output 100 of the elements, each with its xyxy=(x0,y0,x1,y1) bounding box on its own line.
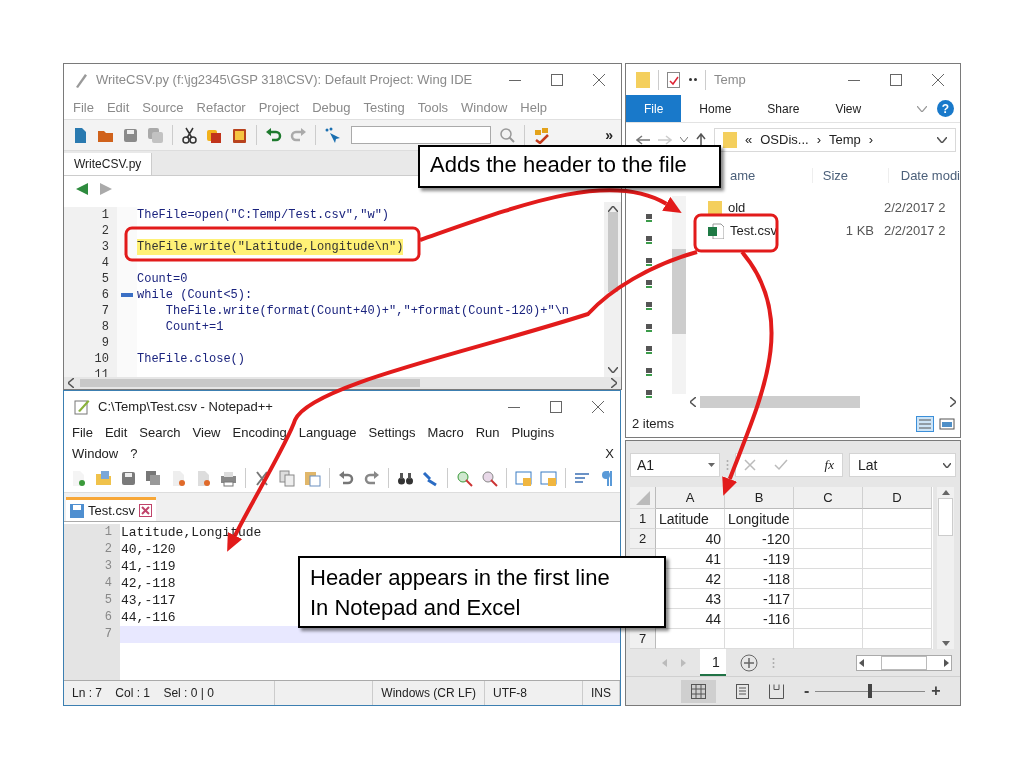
zoom-out-icon[interactable] xyxy=(481,469,498,487)
scrollbar-thumb[interactable] xyxy=(881,655,927,670)
scroll-left-icon[interactable] xyxy=(68,378,74,388)
menu-item[interactable]: Source xyxy=(142,99,184,115)
column-header[interactable]: C xyxy=(794,487,863,509)
menu-item[interactable]: Project xyxy=(258,99,300,115)
undo-icon[interactable] xyxy=(338,469,355,487)
search-icon[interactable] xyxy=(499,126,516,144)
paste-icon[interactable] xyxy=(231,126,248,144)
scroll-right-icon[interactable] xyxy=(944,658,949,667)
copy-icon[interactable] xyxy=(279,469,296,487)
recent-locations-icon[interactable] xyxy=(680,137,688,142)
formula-bar[interactable]: Lat xyxy=(849,453,956,477)
scrollbar[interactable] xyxy=(937,487,954,649)
ribbon-tab[interactable]: View xyxy=(817,95,880,122)
ribbon-tab[interactable]: Home xyxy=(681,95,750,122)
scroll-right-icon[interactable] xyxy=(950,397,956,407)
expand-icon[interactable] xyxy=(943,462,951,468)
scroll-down-icon[interactable] xyxy=(941,641,950,646)
open-file-icon[interactable] xyxy=(95,469,112,487)
column-header[interactable]: ame xyxy=(730,167,756,183)
scroll-down-icon[interactable] xyxy=(607,367,618,373)
column-header[interactable]: Date modi xyxy=(900,167,960,183)
menu-item[interactable]: Window xyxy=(72,446,119,461)
print-icon[interactable] xyxy=(220,469,237,487)
paste-icon[interactable] xyxy=(304,469,321,487)
new-file-icon[interactable] xyxy=(70,469,87,487)
menu-item[interactable]: File xyxy=(72,425,93,440)
back-arrow-icon[interactable] xyxy=(636,134,650,145)
menu-item[interactable]: Plugins xyxy=(511,425,555,440)
address-segment[interactable]: Temp xyxy=(829,132,861,147)
close-icon[interactable] xyxy=(593,73,605,86)
menu-item[interactable]: Tools xyxy=(417,99,449,115)
back-icon[interactable] xyxy=(76,183,88,195)
up-arrow-icon[interactable] xyxy=(696,132,706,147)
menu-item[interactable]: View xyxy=(192,425,221,440)
zoom-out-button[interactable]: - xyxy=(804,682,810,700)
maximize-icon[interactable] xyxy=(550,400,562,413)
scroll-left-icon[interactable] xyxy=(859,658,864,667)
page-layout-icon[interactable] xyxy=(736,683,749,699)
page-break-preview-icon[interactable] xyxy=(769,683,784,699)
menu-item[interactable]: Run xyxy=(475,425,500,440)
large-icons-view-icon[interactable] xyxy=(938,415,956,432)
close-file-icon[interactable] xyxy=(170,469,187,487)
pointer-icon[interactable] xyxy=(324,126,341,144)
spellcheck-icon[interactable] xyxy=(533,126,550,144)
scrollbar-thumb[interactable] xyxy=(607,212,618,292)
address-segment[interactable]: « xyxy=(745,132,753,147)
scrollbar[interactable] xyxy=(672,196,686,394)
scrollbar-thumb[interactable] xyxy=(80,379,421,387)
drive-icon[interactable] xyxy=(646,214,652,222)
scrollbar-thumb[interactable] xyxy=(700,396,860,408)
menu-item[interactable]: Edit xyxy=(104,425,128,440)
add-sheet-icon[interactable] xyxy=(739,653,758,672)
help-button[interactable]: ? xyxy=(937,100,954,117)
overflow-button[interactable]: » xyxy=(605,127,613,143)
drive-icon[interactable] xyxy=(646,368,652,376)
save-all-icon[interactable] xyxy=(145,469,162,487)
menu-item[interactable]: Refactor xyxy=(196,99,246,115)
save-icon[interactable] xyxy=(120,469,137,487)
drive-icon[interactable] xyxy=(646,236,652,244)
close-icon[interactable] xyxy=(592,400,604,413)
expand-ribbon-icon[interactable] xyxy=(917,105,927,112)
zoom-in-button[interactable]: + xyxy=(931,682,941,700)
drive-icon[interactable] xyxy=(646,390,652,398)
ribbon-tab[interactable]: File xyxy=(626,95,682,122)
scrollbar-thumb[interactable] xyxy=(672,249,686,334)
scroll-left-icon[interactable] xyxy=(690,397,696,407)
name-box[interactable]: A1 xyxy=(630,453,720,477)
scrollbar-thumb[interactable] xyxy=(938,498,953,536)
scroll-up-icon[interactable] xyxy=(941,490,950,495)
file-tab[interactable]: Test.csv xyxy=(66,497,156,521)
drive-icon[interactable] xyxy=(646,302,652,310)
drive-icon[interactable] xyxy=(646,258,652,266)
drive-icon[interactable] xyxy=(646,280,652,288)
zoom-slider-thumb[interactable] xyxy=(868,683,873,698)
scroll-up-icon[interactable] xyxy=(607,206,618,212)
close-tab-icon[interactable] xyxy=(138,504,152,517)
column-header[interactable]: A xyxy=(656,487,725,509)
column-header[interactable]: B xyxy=(725,487,794,509)
close-document-button[interactable]: X xyxy=(605,446,614,461)
file-tab[interactable]: WriteCSV.py xyxy=(64,153,153,175)
menu-item[interactable]: ? xyxy=(130,446,138,461)
details-view-icon[interactable] xyxy=(916,415,934,432)
sheet-tab[interactable]: 1 xyxy=(700,649,726,676)
replace-icon[interactable] xyxy=(422,469,439,487)
close-icon[interactable] xyxy=(932,73,944,86)
column-header[interactable]: Size xyxy=(822,167,849,183)
file-name[interactable]: old xyxy=(728,200,746,215)
undo-icon[interactable] xyxy=(265,126,282,144)
column-header[interactable]: D xyxy=(863,487,932,509)
redo-icon[interactable] xyxy=(363,469,380,487)
scrollbar[interactable] xyxy=(856,654,952,671)
forward-icon[interactable] xyxy=(100,183,112,195)
menu-item[interactable]: Encoding xyxy=(232,425,287,440)
save-icon[interactable] xyxy=(122,126,139,144)
close-all-icon[interactable] xyxy=(195,469,212,487)
maximize-icon[interactable] xyxy=(551,73,563,86)
address-segment[interactable]: OSDis... xyxy=(760,132,809,147)
drive-icon[interactable] xyxy=(646,346,652,354)
